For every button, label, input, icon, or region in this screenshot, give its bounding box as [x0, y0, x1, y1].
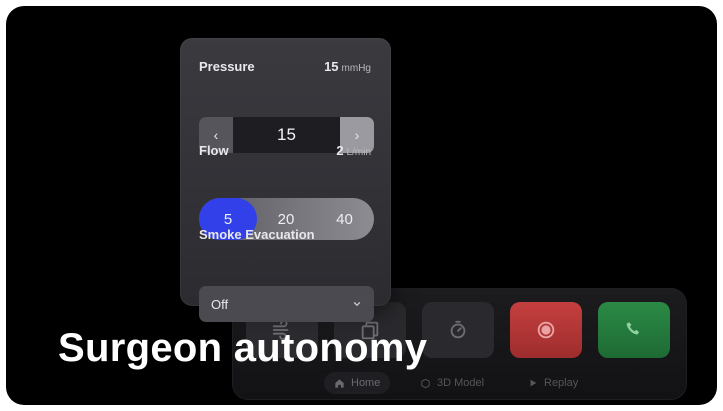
smoke-evacuation-label: Smoke Evacuation [199, 227, 315, 242]
chevron-down-icon [352, 286, 362, 322]
flow-readout: 2 L/min [336, 143, 371, 158]
timer-button[interactable] [422, 302, 494, 358]
play-icon [530, 379, 537, 387]
chevron-left-icon: ‹ [213, 127, 219, 143]
nav-3d-model[interactable]: 3D Model [420, 372, 484, 394]
headline: Surgeon autonomy [58, 326, 428, 370]
pressure-unit: mmHg [341, 63, 371, 74]
pressure-readout: 15 mmHg [324, 59, 371, 74]
smoke-evacuation-value: Off [211, 296, 229, 312]
smoke-evacuation-select[interactable]: Off [199, 286, 374, 322]
pressure-value: 15 [324, 59, 339, 74]
flow-label: Flow [199, 143, 229, 158]
home-icon [335, 378, 344, 388]
flow-unit: L/min [346, 147, 371, 158]
pressure-label: Pressure [199, 59, 255, 74]
phone-icon [626, 322, 640, 335]
nav-home-label: Home [351, 377, 381, 389]
record-button[interactable] [510, 302, 582, 358]
nav-3d-model-label: 3D Model [437, 377, 485, 389]
flow-value: 2 [336, 143, 344, 158]
app-frame: Home 3D Model Replay Pressure 15 mmHg ‹ 1… [6, 6, 717, 405]
dock-nav: Home 3D Model Replay [232, 372, 687, 394]
pressure-stepper-value: 15 [233, 117, 340, 153]
nav-replay-label: Replay [544, 377, 579, 389]
cube-icon [421, 378, 430, 388]
timer-icon [450, 320, 466, 339]
call-button[interactable] [598, 302, 670, 358]
flow-option-40[interactable]: 40 [315, 198, 374, 240]
nav-home[interactable]: Home [324, 372, 391, 394]
nav-replay[interactable]: Replay [528, 372, 578, 394]
record-icon [537, 321, 555, 339]
chevron-right-icon: › [354, 127, 360, 143]
settings-popover: Pressure 15 mmHg ‹ 15 › Flow 2 L/min 5 20 … [180, 38, 391, 322]
